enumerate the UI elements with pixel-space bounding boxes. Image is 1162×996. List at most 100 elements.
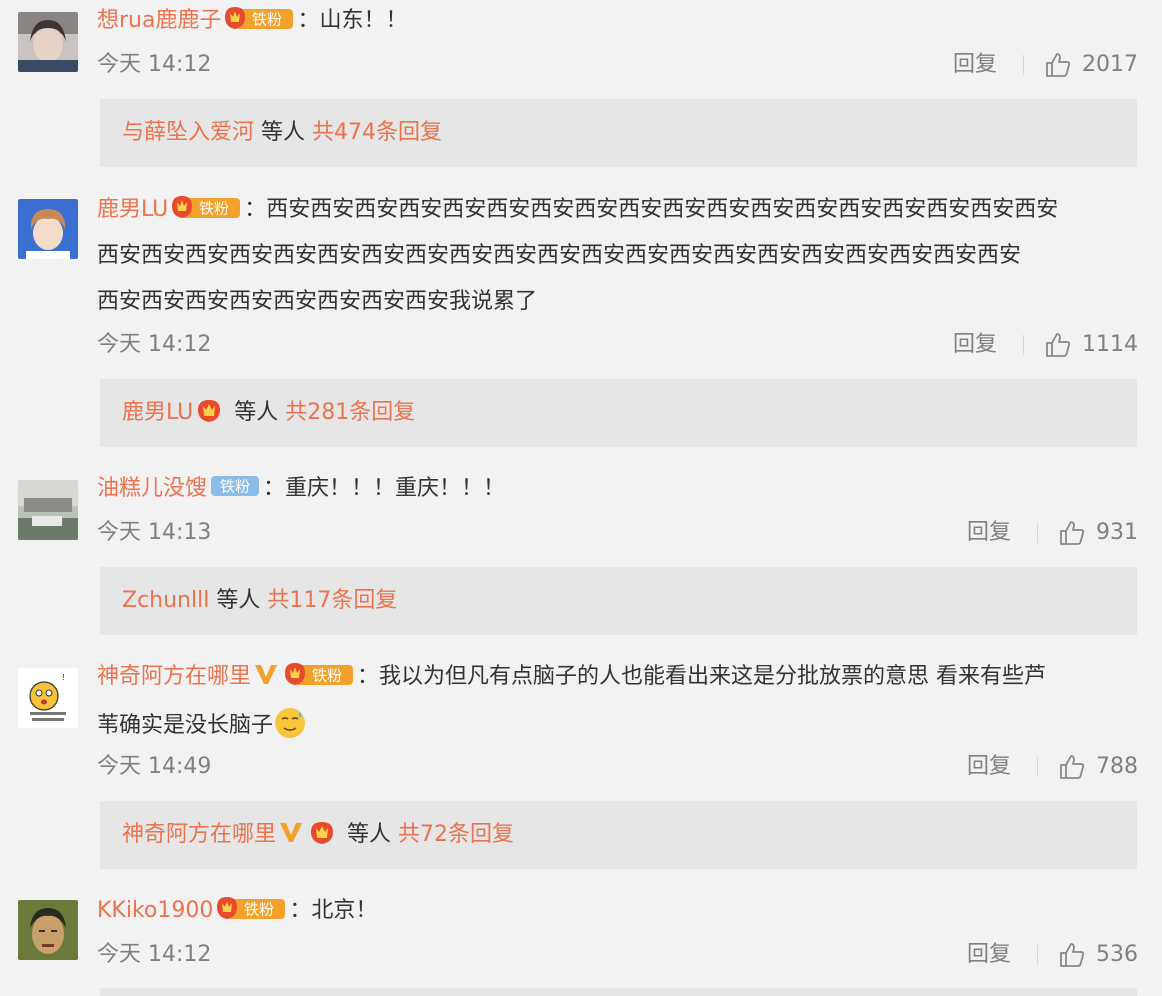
- svg-text:!: !: [62, 673, 65, 682]
- comment-meta: 今天 14:49 回复 788: [97, 752, 1138, 782]
- comment-content: 西安西安西安西安西安西安西安西安西安西安西安西安西安西安西安西安西安西安: [266, 197, 1059, 222]
- thumbs-up-icon: [1060, 755, 1085, 779]
- like-button[interactable]: 536: [1058, 940, 1138, 970]
- divider: [1023, 55, 1024, 75]
- comment-text: 鹿男LU 铁粉 ：西安西安西安西安西安西安西安西安西安西安西安西安西安西安西安西安西…: [97, 187, 1142, 325]
- comment-meta: 今天 14:12 回复 1114: [97, 330, 1138, 360]
- timestamp: 今天 14:13: [97, 520, 212, 545]
- comment-text: 想rua鹿鹿子 铁粉 ：山东！！: [97, 0, 1142, 44]
- comment-text: 油糕儿没馊 铁粉 ：重庆！！！重庆！！！: [97, 466, 1142, 512]
- thumbs-up-icon: [1060, 521, 1085, 545]
- like-count: 931: [1096, 520, 1138, 545]
- like-button[interactable]: 2017: [1044, 50, 1138, 80]
- comment-content-line: 西安西安西安西安西安西安西安西安西安西安西安西安西安西安西安西安西安西安西安西安…: [97, 243, 1022, 268]
- comment-content-line: 西安西安西安西安西安西安西安西安我说累了: [97, 289, 538, 314]
- sub-reply-middle: 等人: [340, 822, 399, 847]
- avatar-meme-icon: !: [18, 668, 78, 728]
- reply-button[interactable]: 回复: [967, 518, 1011, 548]
- username[interactable]: 神奇阿方在哪里: [97, 664, 251, 689]
- colon: ：: [244, 197, 267, 222]
- sub-reply-bar[interactable]: Zchunlll 等人 共117条回复: [100, 567, 1137, 635]
- avatar[interactable]: [18, 480, 78, 540]
- comment-content: 我以为但凡有点脑子的人也能看出来这是分批放票的意思 看来有些芦: [379, 664, 1047, 689]
- comment-text: KKiko1900 铁粉 ：北京！: [97, 888, 1142, 934]
- comment-actions: 回复 788: [967, 752, 1138, 782]
- colon: ：: [297, 8, 320, 33]
- like-count: 536: [1096, 942, 1138, 967]
- sub-reply-middle: 等人: [227, 400, 286, 425]
- avatar[interactable]: [18, 199, 78, 259]
- sub-reply-count[interactable]: 共117条回复: [267, 588, 397, 613]
- sub-reply-user[interactable]: 与薛坠入爱河: [122, 120, 254, 145]
- avatar-boy-icon: [18, 199, 78, 259]
- sub-reply-bar: [100, 988, 1137, 996]
- divider: [1037, 945, 1038, 965]
- sub-reply-bar[interactable]: 神奇阿方在哪里 等人 共72条回复: [100, 801, 1137, 869]
- sub-reply-user[interactable]: 鹿男LU: [122, 400, 193, 425]
- verified-v-icon[interactable]: [253, 657, 279, 703]
- svg-text:铁粉: 铁粉: [312, 667, 342, 685]
- sub-reply-user[interactable]: Zchunlll: [122, 588, 209, 613]
- sub-reply-count[interactable]: 共474条回复: [312, 120, 442, 145]
- like-button[interactable]: 931: [1058, 518, 1138, 548]
- timestamp: 今天 14:12: [97, 52, 212, 77]
- colon: ：: [263, 476, 286, 501]
- username[interactable]: KKiko1900: [97, 898, 213, 923]
- sub-reply-count[interactable]: 共72条回复: [398, 822, 514, 847]
- comment-content: 北京！: [311, 898, 378, 923]
- avatar-portrait-icon: [18, 12, 78, 72]
- comment-content: 山东！！: [319, 8, 408, 33]
- iron-fan-badge-icon[interactable]: 铁粉: [283, 661, 355, 687]
- like-button[interactable]: 1114: [1044, 330, 1138, 360]
- thumbs-up-icon: [1046, 53, 1071, 77]
- comment-meta: 今天 14:13 回复 931: [97, 518, 1138, 548]
- colon: ：: [357, 664, 380, 689]
- avatar[interactable]: [18, 900, 78, 960]
- avatar[interactable]: !: [18, 668, 78, 728]
- like-button[interactable]: 788: [1058, 752, 1138, 782]
- avatar-face-icon: [18, 900, 78, 960]
- reply-button[interactable]: 回复: [953, 330, 997, 360]
- iron-fan-badge-icon[interactable]: 铁粉: [223, 5, 295, 31]
- comment-actions: 回复 931: [967, 518, 1138, 548]
- sub-reply-middle: 等人: [254, 120, 313, 145]
- iron-fan-badge-icon[interactable]: 铁粉: [209, 473, 261, 499]
- crown-badge-icon: [195, 397, 225, 423]
- comment-content: 重庆！！！重庆！！！: [285, 476, 506, 501]
- comment-meta: 今天 14:12 回复 2017: [97, 50, 1138, 80]
- sub-reply-user[interactable]: 神奇阿方在哪里: [122, 822, 276, 847]
- sub-reply-count[interactable]: 共281条回复: [285, 400, 415, 425]
- username[interactable]: 鹿男LU: [97, 197, 168, 222]
- sub-reply-bar[interactable]: 鹿男LU 等人 共281条回复: [100, 379, 1137, 447]
- svg-text:铁粉: 铁粉: [252, 11, 282, 29]
- divider: [1023, 335, 1024, 355]
- iron-fan-badge-icon[interactable]: 铁粉: [215, 895, 287, 921]
- comment-content-line: 苇确实是没长脑子: [97, 713, 274, 738]
- thumbs-up-icon: [1060, 943, 1085, 967]
- timestamp: 今天 14:49: [97, 754, 212, 779]
- svg-text:铁粉: 铁粉: [199, 200, 229, 218]
- svg-text:铁粉: 铁粉: [220, 478, 250, 496]
- reply-button[interactable]: 回复: [967, 752, 1011, 782]
- reply-button[interactable]: 回复: [967, 940, 1011, 970]
- sweat-emoji-icon: [273, 706, 307, 757]
- like-count: 788: [1096, 754, 1138, 779]
- comment-actions: 回复 2017: [953, 50, 1138, 80]
- avatar[interactable]: [18, 12, 78, 72]
- like-count: 1114: [1082, 332, 1138, 357]
- crown-badge-icon: [308, 819, 338, 845]
- username[interactable]: 油糕儿没馊: [97, 476, 207, 501]
- comment-text: 神奇阿方在哪里 铁粉 ：我以为但凡有点脑子的人也能看出来这是分批放票的意思 看来有些…: [97, 654, 1142, 757]
- timestamp: 今天 14:12: [97, 332, 212, 357]
- like-count: 2017: [1082, 52, 1138, 77]
- sub-reply-bar[interactable]: 与薛坠入爱河 等人 共474条回复: [100, 99, 1137, 167]
- username[interactable]: 想rua鹿鹿子: [97, 8, 221, 33]
- thumbs-up-icon: [1046, 333, 1071, 357]
- sub-reply-middle: 等人: [209, 588, 268, 613]
- divider: [1037, 523, 1038, 543]
- comment-meta: 今天 14:12 回复 536: [97, 940, 1138, 970]
- reply-button[interactable]: 回复: [953, 50, 997, 80]
- iron-fan-badge-icon[interactable]: 铁粉: [170, 194, 242, 220]
- timestamp: 今天 14:12: [97, 942, 212, 967]
- svg-text:铁粉: 铁粉: [244, 901, 274, 919]
